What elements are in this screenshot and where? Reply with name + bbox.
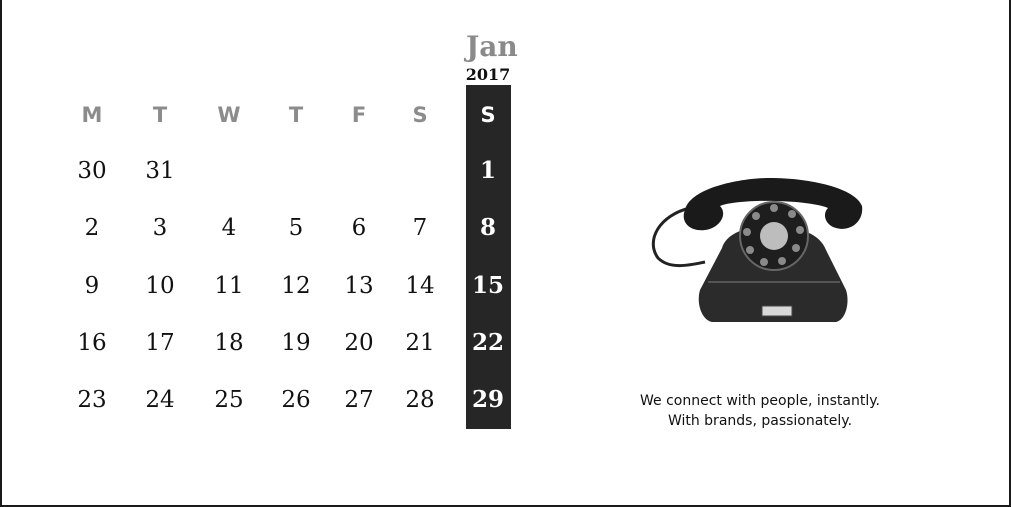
weekday-header: S xyxy=(480,103,496,127)
day-cell: 14 xyxy=(405,273,435,299)
day-cell: 30 xyxy=(77,158,107,184)
weekday-header: T xyxy=(152,103,168,127)
day-cell: 1 xyxy=(479,157,496,184)
day-cell: 15 xyxy=(471,272,504,299)
weekday-header: S xyxy=(412,103,428,127)
month-label: Jan xyxy=(466,30,518,63)
day-cell: 11 xyxy=(214,273,244,299)
day-cell: 29 xyxy=(471,386,504,413)
day-cell: 20 xyxy=(344,330,374,356)
day-cell: 8 xyxy=(479,214,496,241)
telephone-image xyxy=(651,178,863,322)
day-cell: 26 xyxy=(281,387,311,413)
weekday-header: F xyxy=(351,103,367,127)
day-cell: 23 xyxy=(77,387,107,413)
day-cell: 28 xyxy=(405,387,435,413)
weekday-header: W xyxy=(217,103,241,127)
day-cell: 22 xyxy=(471,329,504,356)
tagline: We connect with people, instantly. With … xyxy=(590,391,930,431)
day-cell: 4 xyxy=(221,215,237,241)
day-cell: 25 xyxy=(214,387,244,413)
sunday-column-bar xyxy=(466,85,511,429)
day-cell: 9 xyxy=(84,273,100,299)
day-cell: 13 xyxy=(344,273,374,299)
weekday-header: T xyxy=(288,103,304,127)
day-cell: 27 xyxy=(344,387,374,413)
tagline-line-2: With brands, passionately. xyxy=(667,413,853,429)
day-cell: 6 xyxy=(351,215,367,241)
phone-label-plate xyxy=(761,305,793,317)
day-cell: 21 xyxy=(405,330,435,356)
day-cell: 10 xyxy=(145,273,175,299)
day-cell: 12 xyxy=(281,273,311,299)
day-cell: 24 xyxy=(145,387,175,413)
day-cell: 2 xyxy=(84,215,100,241)
day-cell: 31 xyxy=(145,158,175,184)
day-cell: 17 xyxy=(145,330,175,356)
day-cell: 19 xyxy=(281,330,311,356)
tagline-line-1: We connect with people, instantly. xyxy=(640,393,880,409)
weekday-header: M xyxy=(81,103,103,127)
day-cell: 16 xyxy=(77,330,107,356)
day-cell: 7 xyxy=(412,215,428,241)
day-cell: 3 xyxy=(152,215,168,241)
year-label: 2017 xyxy=(465,65,511,84)
day-cell: 5 xyxy=(288,215,304,241)
day-cell: 18 xyxy=(214,330,244,356)
